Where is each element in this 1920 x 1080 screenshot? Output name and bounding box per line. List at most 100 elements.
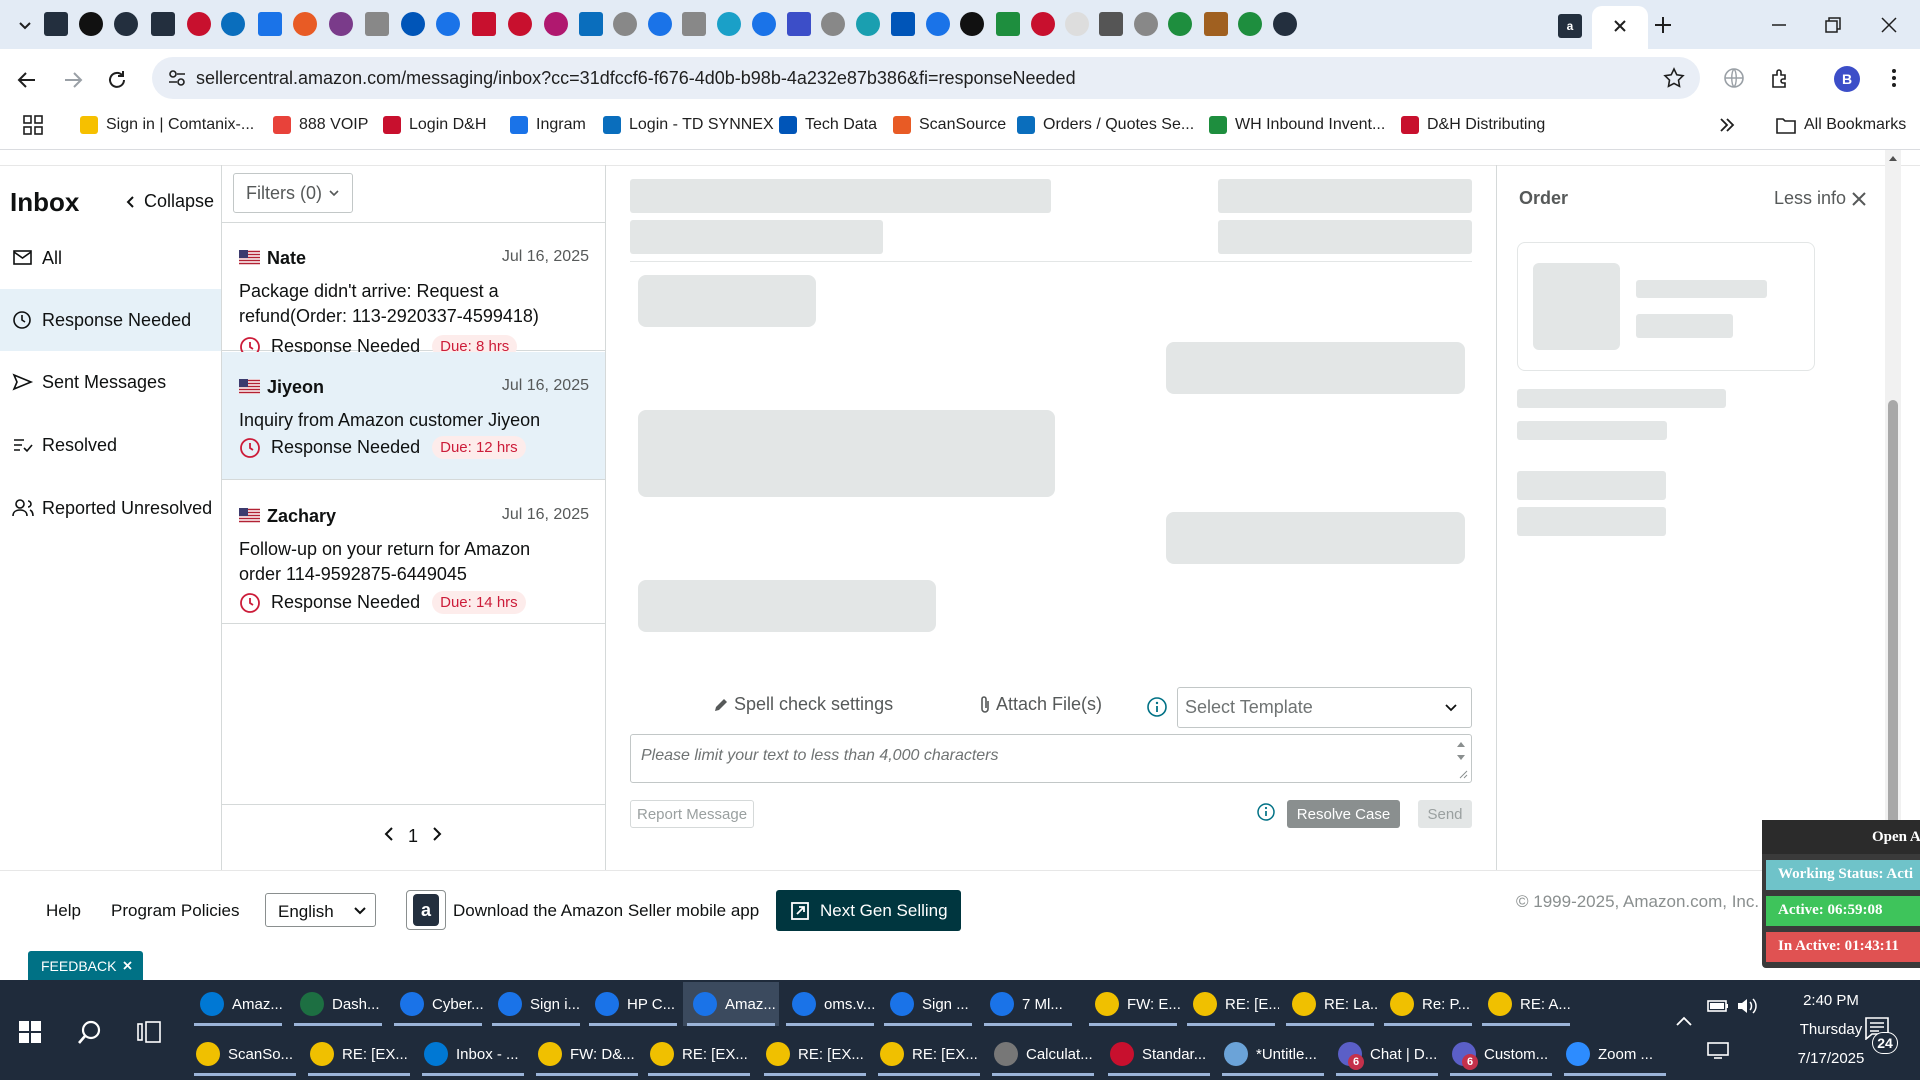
- resize-handle-icon[interactable]: [1458, 769, 1468, 779]
- message-textarea[interactable]: Please limit your text to less than 4,00…: [630, 734, 1472, 783]
- next-gen-selling-button[interactable]: Next Gen Selling: [776, 890, 961, 931]
- prev-page-icon[interactable]: [382, 826, 396, 842]
- tab-favicon-icon[interactable]: [544, 12, 568, 36]
- taskbar-window-button[interactable]: RE: [EX...: [760, 1032, 870, 1076]
- taskbar-window-button[interactable]: oms.v...: [782, 982, 878, 1026]
- taskbar-window-button[interactable]: 7 Ml...: [980, 982, 1076, 1026]
- tab-favicon-icon[interactable]: [401, 12, 425, 36]
- select-template-dropdown[interactable]: Select Template: [1177, 687, 1472, 728]
- start-windows-icon[interactable]: [18, 1020, 42, 1044]
- filters-button[interactable]: Filters (0): [233, 173, 353, 213]
- taskbar-window-button[interactable]: Sign ...: [880, 982, 976, 1026]
- taskbar-window-button[interactable]: Calculat...: [988, 1032, 1098, 1076]
- bookmark-item[interactable]: Login D&H: [383, 114, 486, 136]
- taskbar-window-button[interactable]: Re: P...: [1380, 982, 1476, 1026]
- more-bookmarks-icon[interactable]: [1716, 114, 1738, 136]
- message-row[interactable]: Zachary Jul 16, 2025 Follow-up on your r…: [222, 481, 605, 624]
- new-tab-icon[interactable]: [1652, 14, 1674, 36]
- translate-globe-icon[interactable]: [1722, 66, 1746, 90]
- taskbar-window-button[interactable]: RE: [EX...: [304, 1032, 414, 1076]
- taskbar-window-button[interactable]: Chat | D... 6: [1332, 1032, 1442, 1076]
- show-hidden-icons-icon[interactable]: [1674, 1014, 1694, 1028]
- resolve-case-button[interactable]: Resolve Case: [1287, 800, 1400, 828]
- tab-favicon-icon[interactable]: [1031, 12, 1055, 36]
- bookmark-item[interactable]: WH Inbound Invent...: [1209, 114, 1385, 136]
- reload-icon[interactable]: [104, 67, 130, 93]
- task-view-icon[interactable]: [136, 1020, 162, 1044]
- send-button[interactable]: Send: [1418, 800, 1472, 828]
- nav-item-reported-unresolved[interactable]: Reported Unresolved: [0, 477, 221, 539]
- tab-favicon-icon[interactable]: [960, 12, 984, 36]
- extensions-icon[interactable]: [1768, 66, 1792, 90]
- message-row[interactable]: Jiyeon Jul 16, 2025 Inquiry from Amazon …: [222, 352, 605, 480]
- taskbar-window-button[interactable]: Dash...: [290, 982, 386, 1026]
- taskbar-window-button[interactable]: Cyber...: [390, 982, 486, 1026]
- taskbar-window-button[interactable]: Custom... 6: [1446, 1032, 1556, 1076]
- nav-item-sent-messages[interactable]: Sent Messages: [0, 351, 221, 413]
- app-promo-link[interactable]: Download the Amazon Seller mobile app: [453, 901, 759, 921]
- taskbar-window-button[interactable]: HP C...: [585, 982, 681, 1026]
- apps-grid-icon[interactable]: [22, 114, 44, 136]
- taskbar-window-button[interactable]: Amaz...: [683, 982, 779, 1026]
- tab-favicon-icon[interactable]: [1134, 12, 1158, 36]
- site-settings-icon[interactable]: [166, 67, 188, 89]
- tab-favicon-icon[interactable]: [365, 12, 389, 36]
- nav-item-response-needed[interactable]: Response Needed: [0, 289, 221, 351]
- bookmark-star-icon[interactable]: [1662, 66, 1686, 90]
- seller-app-icon[interactable]: a: [406, 890, 446, 930]
- bookmark-item[interactable]: Tech Data: [779, 114, 877, 136]
- close-feedback-icon[interactable]: [122, 960, 133, 971]
- volume-icon[interactable]: [1736, 996, 1760, 1016]
- nav-item-all[interactable]: All: [0, 227, 221, 289]
- taskbar-window-button[interactable]: *Untitle...: [1218, 1032, 1328, 1076]
- attach-files-button[interactable]: Attach File(s): [978, 694, 1102, 715]
- tab-favicon-icon[interactable]: [508, 12, 532, 36]
- tab-favicon-icon[interactable]: [187, 12, 211, 36]
- taskbar-window-button[interactable]: RE: [E...: [1183, 982, 1279, 1026]
- taskbar-window-button[interactable]: RE: A...: [1478, 982, 1574, 1026]
- tab-favicon-icon[interactable]: [293, 12, 317, 36]
- tab-favicon-icon[interactable]: [1099, 12, 1123, 36]
- resolve-info-icon[interactable]: [1256, 802, 1276, 822]
- tab-favicon-icon[interactable]: [44, 12, 68, 36]
- scroll-up-icon[interactable]: [1888, 154, 1898, 162]
- tab-favicon-icon[interactable]: [1273, 12, 1297, 36]
- taskbar-window-button[interactable]: FW: D&...: [532, 1032, 642, 1076]
- tab-favicon-icon[interactable]: [1168, 12, 1192, 36]
- tab-favicon-icon[interactable]: [436, 12, 460, 36]
- tab-favicon-icon[interactable]: [579, 12, 603, 36]
- status-widget-header[interactable]: Open A: [1762, 820, 1920, 854]
- taskbar-window-button[interactable]: RE: [EX...: [874, 1032, 984, 1076]
- tab-favicon-icon[interactable]: [613, 12, 637, 36]
- taskbar-window-button[interactable]: Amaz...: [190, 982, 286, 1026]
- tab-favicon-icon[interactable]: [891, 12, 915, 36]
- tab-favicon-icon[interactable]: [926, 12, 950, 36]
- tab-favicon-icon[interactable]: [1238, 12, 1262, 36]
- next-page-icon[interactable]: [430, 826, 444, 842]
- clock-time[interactable]: 2:40 PM: [1776, 992, 1886, 1009]
- tab-favicon-icon[interactable]: [114, 12, 138, 36]
- tab-favicon-icon[interactable]: [329, 12, 353, 36]
- textarea-scroll-arrows-icon[interactable]: [1455, 738, 1467, 764]
- tab-favicon-icon[interactable]: [821, 12, 845, 36]
- active-tab[interactable]: a: [1558, 6, 1648, 49]
- bookmark-item[interactable]: Ingram: [510, 114, 586, 136]
- tab-favicon-icon[interactable]: [682, 12, 706, 36]
- bookmark-item[interactable]: Login - TD SYNNEX: [603, 114, 774, 136]
- taskbar-window-button[interactable]: FW: E...: [1085, 982, 1181, 1026]
- report-message-button[interactable]: Report Message: [630, 800, 755, 828]
- scrollbar-thumb[interactable]: [1888, 400, 1898, 860]
- bookmark-item[interactable]: Sign in | Comtanix-...: [80, 114, 254, 136]
- language-select[interactable]: English: [265, 893, 376, 927]
- info-icon[interactable]: [1146, 696, 1168, 718]
- browser-menu-icon[interactable]: [1884, 66, 1904, 90]
- bookmark-item[interactable]: Orders / Quotes Se...: [1017, 114, 1194, 136]
- tab-favicon-icon[interactable]: [996, 12, 1020, 36]
- bookmark-item[interactable]: D&H Distributing: [1401, 114, 1545, 136]
- taskbar-window-button[interactable]: RE: [EX...: [644, 1032, 754, 1076]
- minimize-icon[interactable]: [1768, 14, 1790, 36]
- program-policies-link[interactable]: Program Policies: [111, 901, 240, 921]
- collapse-button[interactable]: Collapse: [124, 191, 214, 212]
- tab-favicon-icon[interactable]: [717, 12, 741, 36]
- restore-icon[interactable]: [1822, 14, 1844, 36]
